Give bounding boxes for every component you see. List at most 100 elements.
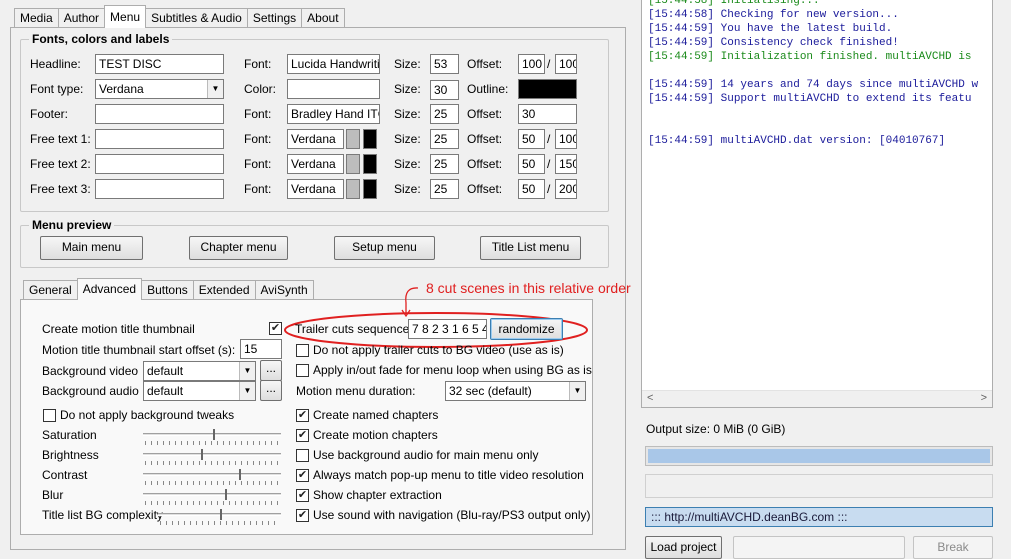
- slider-thumb[interactable]: [239, 469, 241, 480]
- color-field[interactable]: [287, 79, 380, 99]
- scroll-left-icon[interactable]: <: [647, 392, 653, 404]
- slider-thumb[interactable]: [220, 509, 222, 520]
- no-trailer-bg-checkbox[interactable]: [296, 344, 309, 357]
- free3-font-field[interactable]: Verdana: [287, 179, 344, 199]
- title-list-bg-slider[interactable]: [158, 509, 281, 529]
- free3-offset-x-input[interactable]: 50: [518, 179, 545, 199]
- blur-slider[interactable]: [143, 489, 281, 509]
- create-named-chapters-checkbox[interactable]: ✔: [296, 409, 309, 422]
- free1-color-swatch[interactable]: [346, 129, 360, 149]
- free3-color-swatch[interactable]: [346, 179, 360, 199]
- randomize-button[interactable]: randomize: [490, 318, 563, 340]
- create-named-chapters-label: Create named chapters: [313, 408, 439, 422]
- create-motion-chapters-checkbox[interactable]: ✔: [296, 429, 309, 442]
- tab-menu[interactable]: Menu: [104, 5, 147, 28]
- footer-offset-input[interactable]: 30: [518, 104, 577, 124]
- trailer-cuts-input[interactable]: 7 8 2 3 1 6 5 4: [408, 319, 487, 339]
- free-text-3-input[interactable]: [95, 179, 224, 199]
- show-extraction-checkbox[interactable]: ✔: [296, 489, 309, 502]
- headline-size-input[interactable]: 53: [430, 54, 459, 74]
- free2-color-swatch[interactable]: [346, 154, 360, 174]
- tab-author[interactable]: Author: [57, 8, 106, 28]
- free1-offset-y-input[interactable]: 100: [555, 129, 577, 149]
- title-list-menu-button[interactable]: Title List menu: [480, 236, 581, 260]
- chevron-down-icon[interactable]: ▼: [207, 80, 223, 98]
- bg-video-browse-button[interactable]: ...: [260, 360, 282, 381]
- use-sound-checkbox[interactable]: ✔: [296, 509, 309, 522]
- headline-offset-label: Offset:: [467, 57, 503, 71]
- headline-font-field[interactable]: Lucida Handwriting: [287, 54, 380, 74]
- saturation-slider[interactable]: [143, 429, 281, 449]
- tab-settings[interactable]: Settings: [246, 8, 303, 28]
- always-match-checkbox[interactable]: ✔: [296, 469, 309, 482]
- tab-subtitles-audio[interactable]: Subtitles & Audio: [145, 8, 248, 28]
- tab-general[interactable]: General: [23, 280, 78, 300]
- footer-font-field[interactable]: Bradley Hand ITC: [287, 104, 380, 124]
- chevron-down-icon[interactable]: ▼: [239, 362, 255, 380]
- create-motion-thumb-checkbox[interactable]: ✔: [269, 322, 282, 335]
- load-project-button[interactable]: Load project: [645, 536, 722, 559]
- free2-font-field[interactable]: Verdana: [287, 154, 344, 174]
- free2-size-input[interactable]: 25: [430, 154, 459, 174]
- free1-outline-swatch[interactable]: [363, 129, 377, 149]
- main-menu-button[interactable]: Main menu: [40, 236, 143, 260]
- headline-offset-x-input[interactable]: 100: [518, 54, 545, 74]
- chapter-menu-button[interactable]: Chapter menu: [189, 236, 288, 260]
- free1-offset-x-input[interactable]: 50: [518, 129, 545, 149]
- tab-avisynth[interactable]: AviSynth: [254, 280, 314, 300]
- outline-color-swatch[interactable]: [518, 79, 577, 99]
- no-bg-tweaks-checkbox[interactable]: [43, 409, 56, 422]
- free3-size-input[interactable]: 25: [430, 179, 459, 199]
- fonttype-size-input[interactable]: 30: [430, 80, 459, 100]
- log-panel[interactable]: [15:44:58] Initialising... [15:44:58] Che…: [641, 0, 993, 408]
- website-link[interactable]: ::: http://multiAVCHD.deanBG.com :::: [645, 507, 993, 527]
- use-bg-audio-checkbox[interactable]: [296, 449, 309, 462]
- contrast-slider[interactable]: [143, 469, 281, 489]
- free3-outline-swatch[interactable]: [363, 179, 377, 199]
- motion-duration-value: 32 sec (default): [449, 384, 532, 398]
- headline-input[interactable]: TEST DISC: [95, 54, 224, 74]
- motion-offset-input[interactable]: 15: [240, 339, 282, 359]
- tab-buttons[interactable]: Buttons: [141, 280, 194, 300]
- fonttype-select[interactable]: Verdana ▼: [95, 79, 224, 99]
- free-text-1-input[interactable]: [95, 129, 224, 149]
- break-button[interactable]: Break: [913, 536, 993, 559]
- motion-duration-select[interactable]: 32 sec (default) ▼: [445, 381, 586, 401]
- free2-offset-y-input[interactable]: 150: [555, 154, 577, 174]
- bg-audio-select[interactable]: default ▼: [143, 381, 256, 401]
- vertical-scrollbar[interactable]: [993, 0, 1011, 408]
- log-line: [15:44:59] Consistency check finished!: [648, 37, 899, 49]
- slider-thumb[interactable]: [201, 449, 203, 460]
- chevron-down-icon[interactable]: ▼: [569, 382, 585, 400]
- log-line: [15:44:59] You have the latest build.: [648, 23, 893, 35]
- tab-extended[interactable]: Extended: [192, 280, 256, 300]
- free1-size-input[interactable]: 25: [430, 129, 459, 149]
- log-line: [15:44:59] Initialization finished. mult…: [648, 51, 972, 63]
- horizontal-scrollbar[interactable]: < >: [642, 390, 992, 407]
- footer-input[interactable]: [95, 104, 224, 124]
- empty-button[interactable]: [733, 536, 905, 559]
- slider-thumb[interactable]: [225, 489, 227, 500]
- free2-offset-x-input[interactable]: 50: [518, 154, 545, 174]
- apply-fade-checkbox[interactable]: [296, 364, 309, 377]
- tab-about[interactable]: About: [301, 8, 345, 28]
- setup-menu-button[interactable]: Setup menu: [334, 236, 435, 260]
- brightness-label: Brightness: [42, 448, 99, 462]
- footer-size-label: Size:: [394, 107, 421, 121]
- tab-advanced[interactable]: Advanced: [76, 278, 143, 300]
- free-text-2-input[interactable]: [95, 154, 224, 174]
- tab-media[interactable]: Media: [14, 8, 59, 28]
- slider-thumb[interactable]: [213, 429, 215, 440]
- bg-video-select[interactable]: default ▼: [143, 361, 256, 381]
- saturation-label: Saturation: [42, 428, 97, 442]
- free1-font-field[interactable]: Verdana: [287, 129, 344, 149]
- free2-outline-swatch[interactable]: [363, 154, 377, 174]
- headline-offset-y-input[interactable]: 100: [555, 54, 577, 74]
- brightness-slider[interactable]: [143, 449, 281, 469]
- free3-offset-y-input[interactable]: 200: [555, 179, 577, 199]
- footer-size-input[interactable]: 25: [430, 104, 459, 124]
- bg-video-value: default: [147, 364, 184, 378]
- scroll-right-icon[interactable]: >: [981, 392, 987, 404]
- chevron-down-icon[interactable]: ▼: [239, 382, 255, 400]
- bg-audio-browse-button[interactable]: ...: [260, 380, 282, 401]
